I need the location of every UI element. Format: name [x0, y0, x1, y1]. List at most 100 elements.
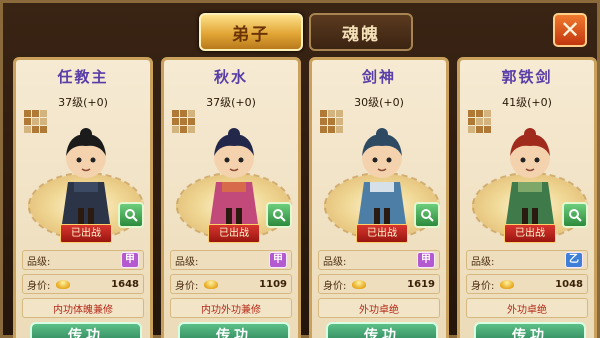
grade-row: 品级: 甲 — [318, 250, 440, 270]
formation-cell — [320, 126, 327, 133]
skill-row: 外功卓绝 — [318, 298, 440, 318]
magnifier-icon — [273, 209, 286, 222]
price-value: 1109 — [259, 278, 287, 290]
disciple-card[interactable]: 郭铁剑 41级(+0) 已出战 品级: 乙 身价: 1048 外功卓绝 传功 — [457, 57, 597, 338]
price-value: 1648 — [111, 278, 139, 290]
disciple-level: 30级(+0) — [354, 96, 404, 109]
gold-ingot-icon — [204, 279, 219, 289]
price-row: 身价: 1109 — [170, 274, 292, 294]
grade-row: 品级: 甲 — [22, 250, 144, 270]
formation-cell — [32, 118, 39, 125]
gold-ingot-icon — [352, 279, 367, 289]
skill-text: 内功体魄兼修 — [53, 304, 113, 316]
pass-skill-button[interactable]: 传功 — [326, 322, 438, 338]
gold-ingot-icon — [500, 279, 515, 289]
formation-cell — [172, 110, 179, 117]
tab-bar: 弟子 魂魄 — [199, 13, 413, 51]
magnifier-icon — [125, 209, 138, 222]
formation-cell — [476, 110, 483, 117]
disciple-card[interactable]: 任教主 37级(+0) 已出战 品级: 甲 身价: 1648 内功体魄兼修 传功 — [13, 57, 153, 338]
hero-portrait — [506, 128, 554, 231]
formation-cell — [320, 110, 327, 117]
disciple-list: 任教主 37级(+0) 已出战 品级: 甲 身价: 1648 内功体魄兼修 传功… — [13, 57, 598, 338]
disciple-name: 剑神 — [361, 68, 396, 86]
formation-cell — [328, 118, 335, 125]
formation-cell — [320, 118, 327, 125]
grade-row: 品级: 甲 — [170, 250, 292, 270]
grade-row: 品级: 乙 — [466, 250, 588, 270]
grade-badge: 乙 — [565, 252, 583, 268]
hero-portrait — [210, 128, 258, 231]
disciple-card[interactable]: 秋水 37级(+0) 已出战 品级: 甲 身价: 1109 内功外功兼修 传功 — [161, 57, 301, 338]
grade-label: 品级: — [27, 256, 51, 268]
disciple-name: 秋水 — [213, 68, 248, 86]
deployed-badge: 已出战 — [60, 224, 112, 243]
formation-cell — [328, 110, 335, 117]
grade-label: 品级: — [471, 256, 495, 268]
formation-cell — [476, 118, 483, 125]
formation-cell — [484, 110, 491, 117]
price-row: 身价: 1048 — [466, 274, 588, 294]
pass-skill-button[interactable]: 传功 — [30, 322, 142, 338]
price-row: 身价: 1619 — [318, 274, 440, 294]
skill-text: 内功外功兼修 — [201, 304, 261, 316]
disciple-level: 41级(+0) — [502, 96, 552, 109]
grade-label: 品级: — [323, 256, 347, 268]
grade-badge: 甲 — [121, 252, 139, 268]
close-button[interactable]: ✕ — [553, 13, 587, 47]
grade-badge: 甲 — [417, 252, 435, 268]
formation-cell — [24, 110, 31, 117]
tab-souls[interactable]: 魂魄 — [309, 13, 413, 51]
price-label: 身价: — [27, 280, 51, 292]
zoom-button[interactable] — [118, 202, 144, 228]
disciple-level: 37级(+0) — [206, 96, 256, 109]
price-value: 1619 — [407, 278, 435, 290]
formation-cell — [468, 118, 475, 125]
formation-cell — [336, 110, 343, 117]
pass-skill-button[interactable]: 传功 — [178, 322, 290, 338]
gold-ingot-icon — [56, 279, 71, 289]
magnifier-icon — [569, 209, 582, 222]
skill-text: 外功卓绝 — [359, 304, 399, 316]
pass-skill-button[interactable]: 传功 — [474, 322, 586, 338]
formation-cell — [40, 110, 47, 117]
disciple-name: 任教主 — [57, 68, 109, 86]
formation-cell — [24, 126, 31, 133]
zoom-button[interactable] — [266, 202, 292, 228]
window-frame: 弟子 魂魄 ✕ 任教主 37级(+0) 已出战 品级: 甲 身价: 1648 内… — [0, 0, 600, 338]
price-label: 身价: — [175, 280, 199, 292]
zoom-button[interactable] — [414, 202, 440, 228]
formation-cell — [188, 110, 195, 117]
disciple-level: 37级(+0) — [58, 96, 108, 109]
tab-disciples[interactable]: 弟子 — [199, 13, 303, 51]
formation-cell — [172, 126, 179, 133]
magnifier-icon — [421, 209, 434, 222]
skill-text: 外功卓绝 — [507, 304, 547, 316]
skill-row: 内功外功兼修 — [170, 298, 292, 318]
formation-cell — [476, 126, 483, 133]
formation-cell — [180, 118, 187, 125]
deployed-badge: 已出战 — [356, 224, 408, 243]
grade-badge: 甲 — [269, 252, 287, 268]
skill-row: 外功卓绝 — [466, 298, 588, 318]
formation-cell — [180, 126, 187, 133]
price-row: 身价: 1648 — [22, 274, 144, 294]
price-label: 身价: — [471, 280, 495, 292]
hero-portrait — [358, 128, 406, 231]
skill-row: 内功体魄兼修 — [22, 298, 144, 318]
deployed-badge: 已出战 — [208, 224, 260, 243]
price-value: 1048 — [555, 278, 583, 290]
grade-label: 品级: — [175, 256, 199, 268]
formation-cell — [32, 110, 39, 117]
close-icon: ✕ — [559, 16, 581, 44]
formation-cell — [328, 126, 335, 133]
zoom-button[interactable] — [562, 202, 588, 228]
formation-cell — [32, 126, 39, 133]
disciple-card[interactable]: 剑神 30级(+0) 已出战 品级: 甲 身价: 1619 外功卓绝 传功 — [309, 57, 449, 338]
deployed-badge: 已出战 — [504, 224, 556, 243]
formation-cell — [24, 118, 31, 125]
formation-cell — [172, 118, 179, 125]
formation-cell — [180, 110, 187, 117]
hero-portrait — [62, 128, 110, 231]
formation-cell — [468, 126, 475, 133]
